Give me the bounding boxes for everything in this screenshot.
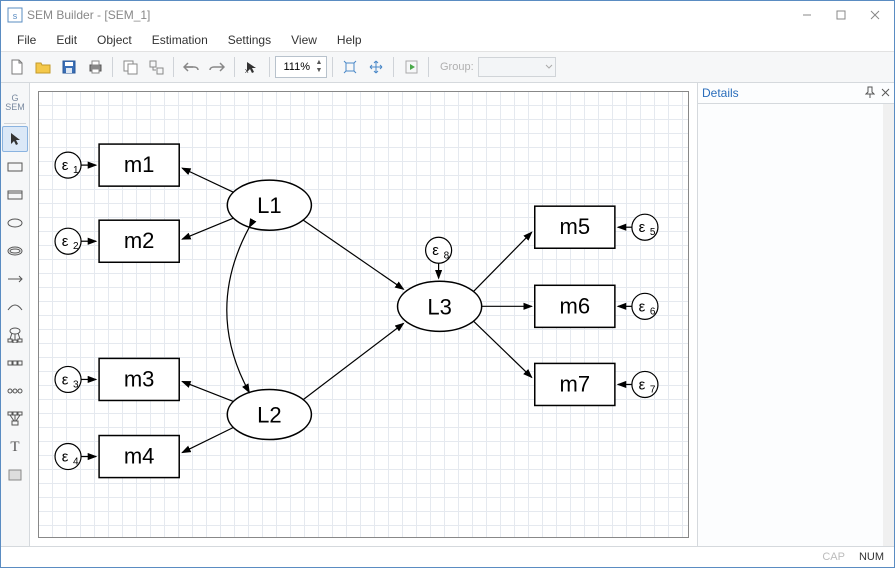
title-bar: s SEM Builder - [SEM_1] <box>1 1 894 29</box>
menu-object[interactable]: Object <box>87 30 142 50</box>
eps-2[interactable]: ε2 <box>55 228 81 254</box>
close-panel-icon[interactable] <box>881 86 890 101</box>
box-m4[interactable]: m4 <box>124 444 155 469</box>
cov-tool-icon[interactable] <box>2 294 28 320</box>
area-tool-icon[interactable] <box>2 462 28 488</box>
group-label: Group: <box>440 61 474 73</box>
select-tool-icon[interactable] <box>2 126 28 152</box>
window-title: SEM Builder - [SEM_1] <box>27 8 790 22</box>
box-m5[interactable]: m5 <box>560 214 591 239</box>
minimize-button[interactable] <box>790 4 824 26</box>
body: GSEM T <box>1 83 894 546</box>
svg-text:ε: ε <box>432 242 439 259</box>
details-body <box>698 104 894 546</box>
canvas[interactable]: m1 m2 m3 m4 m5 m6 m7 L1 <box>38 91 689 538</box>
zoom-down-icon[interactable]: ▼ <box>314 67 324 75</box>
tool-sidebar: GSEM T <box>1 83 30 546</box>
box-m2[interactable]: m2 <box>124 228 155 253</box>
menu-settings[interactable]: Settings <box>218 30 281 50</box>
boxes-tool-icon[interactable] <box>2 350 28 376</box>
menu-edit[interactable]: Edit <box>46 30 87 50</box>
box-m6[interactable]: m6 <box>560 293 591 318</box>
group-select[interactable] <box>478 57 556 77</box>
app-icon: s <box>7 7 23 23</box>
close-button[interactable] <box>858 4 892 26</box>
oval-tool-icon[interactable] <box>2 210 28 236</box>
menu-help[interactable]: Help <box>327 30 372 50</box>
eps-8[interactable]: ε8 <box>426 237 452 263</box>
undo-icon[interactable] <box>179 55 203 79</box>
eps-4[interactable]: ε4 <box>55 444 81 470</box>
svg-text:1: 1 <box>73 165 79 176</box>
svg-text:ε: ε <box>639 376 646 393</box>
print-icon[interactable] <box>83 55 107 79</box>
svg-text:ε: ε <box>62 371 69 388</box>
svg-text:ε: ε <box>62 233 69 250</box>
status-cap: CAP <box>822 551 845 563</box>
zoom-input[interactable] <box>278 60 312 74</box>
path-tool-icon[interactable] <box>2 266 28 292</box>
zoom-up-icon[interactable]: ▲ <box>314 59 324 67</box>
canvas-area: m1 m2 m3 m4 m5 m6 m7 L1 <box>30 83 697 546</box>
open-icon[interactable] <box>31 55 55 79</box>
fit-icon[interactable] <box>338 55 362 79</box>
copy-icon[interactable] <box>118 55 142 79</box>
status-bar: CAP NUM <box>1 546 894 567</box>
duplicate-icon[interactable] <box>144 55 168 79</box>
eps-6[interactable]: ε6 <box>632 293 658 319</box>
menu-bar: File Edit Object Estimation Settings Vie… <box>1 29 894 52</box>
pin-icon[interactable] <box>865 86 875 101</box>
svg-text:8: 8 <box>444 250 450 261</box>
regress-tool-icon[interactable] <box>2 406 28 432</box>
svg-text:x: x <box>245 68 249 74</box>
move-icon[interactable] <box>364 55 388 79</box>
latent-L1[interactable]: L1 <box>257 193 282 218</box>
save-icon[interactable] <box>57 55 81 79</box>
gsem-tool-icon[interactable]: GSEM <box>2 87 28 119</box>
svg-text:ε: ε <box>639 219 646 236</box>
details-title: Details <box>702 86 739 100</box>
latent-L3[interactable]: L3 <box>427 294 452 319</box>
svg-text:ε: ε <box>62 449 69 466</box>
app-window: s SEM Builder - [SEM_1] File Edit Object… <box>0 0 895 568</box>
status-num: NUM <box>859 551 884 563</box>
rect-tool-icon[interactable] <box>2 154 28 180</box>
svg-text:ε: ε <box>639 298 646 315</box>
details-scrollbar[interactable] <box>883 104 894 546</box>
svg-text:5: 5 <box>650 227 656 238</box>
menu-estimation[interactable]: Estimation <box>142 30 218 50</box>
svg-text:4: 4 <box>73 457 79 468</box>
eps-3[interactable]: ε3 <box>55 366 81 392</box>
latent-L2[interactable]: L2 <box>257 403 282 428</box>
details-panel: Details <box>697 83 894 546</box>
box-m3[interactable]: m3 <box>124 366 155 391</box>
oval2-tool-icon[interactable] <box>2 238 28 264</box>
eps-5[interactable]: ε5 <box>632 214 658 240</box>
rect2-tool-icon[interactable] <box>2 182 28 208</box>
redo-icon[interactable] <box>205 55 229 79</box>
svg-text:6: 6 <box>650 306 656 317</box>
eps-1[interactable]: ε1 <box>55 152 81 178</box>
measure-tool-icon[interactable] <box>2 322 28 348</box>
sem-diagram[interactable]: m1 m2 m3 m4 m5 m6 m7 L1 <box>39 92 688 523</box>
box-m7[interactable]: m7 <box>560 371 591 396</box>
run-icon[interactable] <box>399 55 423 79</box>
zoom-control[interactable]: ▲▼ <box>275 56 327 78</box>
eps-7[interactable]: ε7 <box>632 371 658 397</box>
new-icon[interactable] <box>5 55 29 79</box>
svg-text:s: s <box>13 11 18 21</box>
menu-view[interactable]: View <box>281 30 327 50</box>
text-tool-icon[interactable]: T <box>2 434 28 460</box>
toolbar: x ▲▼ Group: <box>1 52 894 83</box>
svg-text:2: 2 <box>73 241 79 252</box>
menu-file[interactable]: File <box>7 30 46 50</box>
pointer-icon[interactable]: x <box>240 55 264 79</box>
svg-text:7: 7 <box>650 384 656 395</box>
box-m1[interactable]: m1 <box>124 152 155 177</box>
svg-text:ε: ε <box>62 157 69 174</box>
group-control: Group: <box>440 57 556 77</box>
maximize-button[interactable] <box>824 4 858 26</box>
svg-text:3: 3 <box>73 379 79 390</box>
circles-tool-icon[interactable] <box>2 378 28 404</box>
